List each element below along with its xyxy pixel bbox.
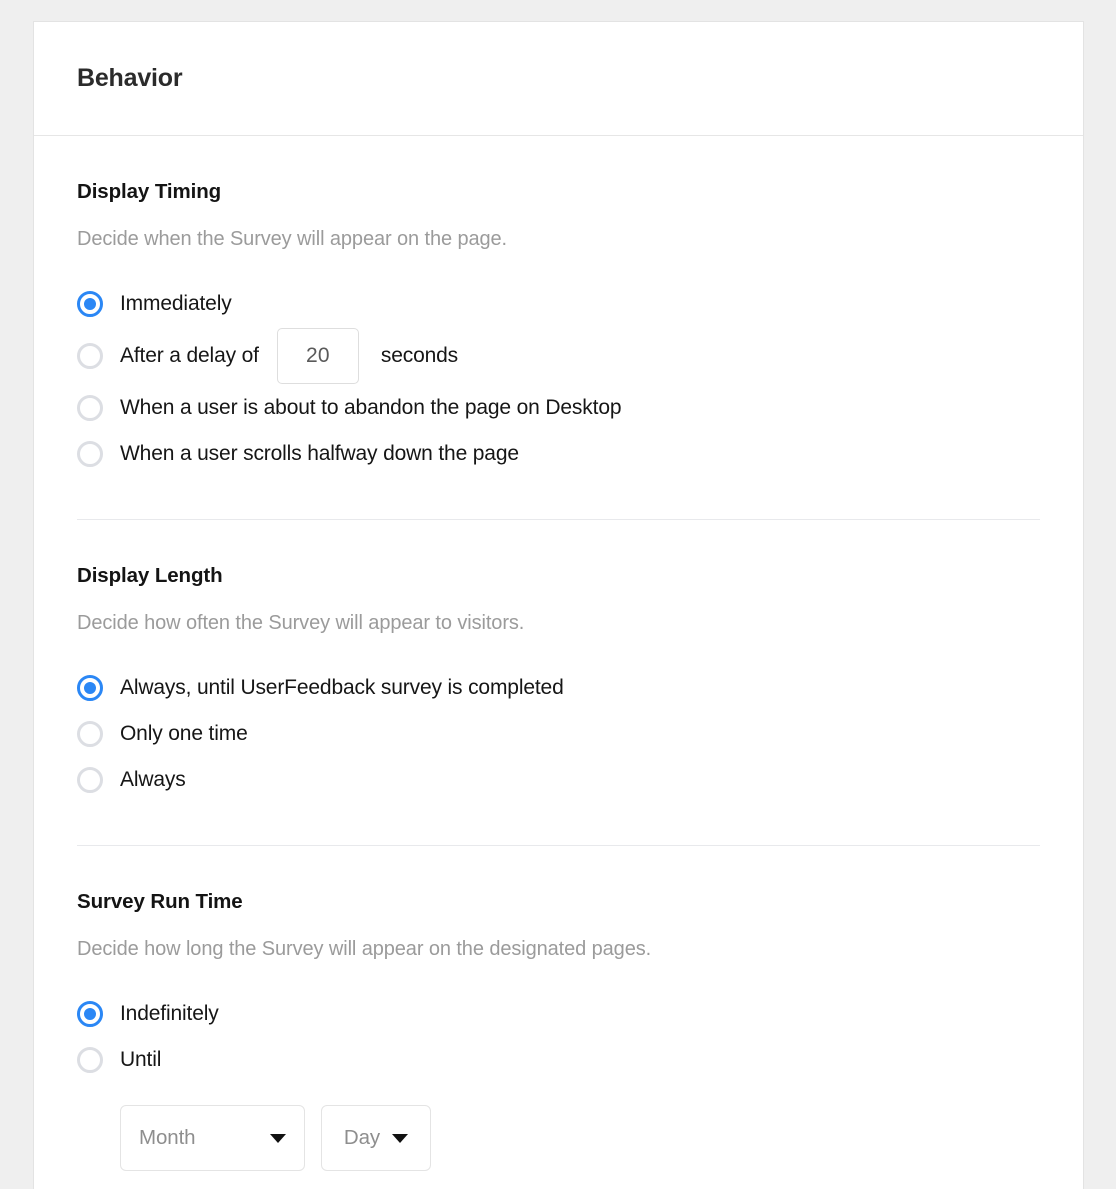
chevron-down-icon (270, 1133, 286, 1143)
radio-label-always-until-completed: Always, until UserFeedback survey is com… (120, 676, 564, 699)
section-survey-run-time: Survey Run Time Decide how long the Surv… (77, 846, 1040, 1171)
section-display-timing: Display Timing Decide when the Survey wi… (77, 136, 1040, 520)
card-header: Behavior (34, 22, 1083, 136)
radio-icon-selected[interactable] (77, 675, 103, 701)
section-title-display-length: Display Length (77, 564, 223, 587)
radio-option-scroll-halfway[interactable]: When a user scrolls halfway down the pag… (77, 431, 1040, 477)
radio-option-always[interactable]: Always (77, 757, 1040, 803)
survey-run-time-radio-group: Indefinitely Until Month Day (77, 991, 1040, 1171)
bottom-spacer (77, 1171, 1040, 1189)
month-select[interactable]: Month (120, 1105, 305, 1171)
radio-label-scroll-halfway: When a user scrolls halfway down the pag… (120, 442, 519, 465)
display-timing-radio-group: Immediately After a delay of 20 seconds … (77, 281, 1040, 477)
radio-icon-selected[interactable] (77, 291, 103, 317)
radio-icon-unselected[interactable] (77, 343, 103, 369)
radio-icon-unselected[interactable] (77, 441, 103, 467)
until-date-selects: Month Day (77, 1105, 1040, 1171)
radio-label-indefinitely: Indefinitely (120, 1002, 219, 1025)
radio-option-after-delay[interactable]: After a delay of 20 seconds (77, 327, 1040, 385)
radio-option-exit-intent[interactable]: When a user is about to abandon the page… (77, 385, 1040, 431)
delay-field-wrapper: After a delay of 20 seconds (120, 328, 458, 384)
chevron-down-icon (392, 1133, 409, 1143)
radio-icon-unselected[interactable] (77, 767, 103, 793)
card-body: Display Timing Decide when the Survey wi… (34, 136, 1083, 1189)
radio-option-always-until-completed[interactable]: Always, until UserFeedback survey is com… (77, 665, 1040, 711)
radio-label-immediately: Immediately (120, 292, 232, 315)
radio-label-always: Always (120, 768, 186, 791)
radio-label-after-delay: After a delay of (120, 344, 259, 367)
section-description-survey-run-time: Decide how long the Survey will appear o… (77, 938, 652, 960)
day-select-value: Day (343, 1126, 381, 1149)
radio-option-only-one-time[interactable]: Only one time (77, 711, 1040, 757)
section-display-length: Display Length Decide how often the Surv… (77, 520, 1040, 846)
radio-label-only-one-time: Only one time (120, 722, 248, 745)
display-length-radio-group: Always, until UserFeedback survey is com… (77, 665, 1040, 803)
section-description-display-timing: Decide when the Survey will appear on th… (77, 228, 508, 250)
radio-label-exit-intent: When a user is about to abandon the page… (120, 396, 622, 419)
radio-icon-selected[interactable] (77, 1001, 103, 1027)
month-select-value: Month (139, 1126, 196, 1149)
behavior-settings-card: Behavior Display Timing Decide when the … (33, 21, 1084, 1189)
section-description-display-length: Decide how often the Survey will appear … (77, 612, 525, 634)
radio-icon-unselected[interactable] (77, 1047, 103, 1073)
radio-icon-unselected[interactable] (77, 721, 103, 747)
delay-unit-label: seconds (380, 344, 459, 367)
delay-seconds-input[interactable]: 20 (276, 328, 359, 384)
day-select[interactable]: Day (321, 1105, 431, 1171)
radio-option-immediately[interactable]: Immediately (77, 281, 1040, 327)
section-title-display-timing: Display Timing (77, 180, 222, 203)
page-title: Behavior (77, 64, 183, 92)
radio-icon-unselected[interactable] (77, 395, 103, 421)
section-title-survey-run-time: Survey Run Time (77, 890, 243, 913)
page-root: Behavior Display Timing Decide when the … (0, 0, 1116, 1189)
radio-option-indefinitely[interactable]: Indefinitely (77, 991, 1040, 1037)
radio-option-until[interactable]: Until (77, 1037, 1040, 1083)
radio-label-until: Until (120, 1048, 162, 1071)
